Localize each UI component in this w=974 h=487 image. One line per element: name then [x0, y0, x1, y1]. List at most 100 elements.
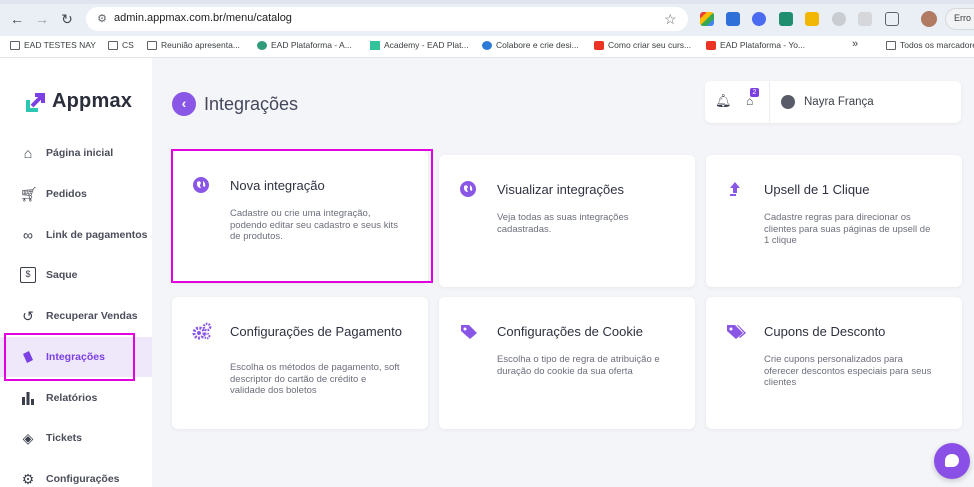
logo-mark-icon: [26, 92, 46, 112]
extension-icon[interactable]: [700, 12, 714, 26]
reload-icon[interactable]: ↻: [58, 10, 76, 28]
sidebar: Appmax ⌂ Página inicial 🛒︎ Pedidos ∞ Lin…: [0, 58, 152, 487]
extension-icon[interactable]: [752, 12, 766, 26]
sidebar-item-pedidos[interactable]: 🛒︎ Pedidos: [0, 174, 152, 214]
sidebar-item-label: Integrações: [46, 351, 105, 363]
back-arrow-icon[interactable]: ←: [8, 10, 26, 28]
card-configuracoes-cookie[interactable]: Configurações de Cookie Escolha o tipo d…: [439, 297, 695, 429]
site-info-icon[interactable]: ⚙: [94, 11, 110, 27]
extension-icon[interactable]: [805, 12, 819, 26]
tab-strip: [0, 0, 974, 4]
sidebar-item-label: Configurações: [46, 473, 120, 485]
recover-icon: ↺: [22, 308, 34, 324]
sidebar-item-label: Página inicial: [46, 147, 114, 159]
brand-name: Appmax: [52, 90, 133, 112]
bookmark-label: EAD TESTES NAY: [24, 40, 96, 50]
card-configuracoes-pagamento[interactable]: Configurações de Pagamento Escolha os mé…: [172, 297, 428, 429]
bookmark-item[interactable]: CS: [108, 40, 134, 50]
bookmark-label: EAD Plataforma - A...: [271, 40, 352, 50]
divider: [769, 81, 770, 123]
bookmark-item[interactable]: EAD Plataforma - A...: [257, 40, 352, 50]
extensions-puzzle-icon[interactable]: [885, 12, 899, 26]
extension-icon[interactable]: [832, 12, 846, 26]
cash-icon: $: [20, 267, 36, 283]
card-title: Configurações de Cookie: [497, 324, 643, 339]
card-description: Veja todas as suas integrações cadastrad…: [497, 212, 629, 235]
card-nova-integracao[interactable]: Nova integração Cadastre ou crie uma int…: [172, 151, 428, 283]
sidebar-item-saque[interactable]: $ Saque: [0, 255, 152, 295]
card-title: Cupons de Desconto: [764, 324, 886, 339]
card-title: Configurações de Pagamento: [230, 324, 403, 339]
card-title: Upsell de 1 Clique: [764, 182, 870, 197]
chevron-left-icon[interactable]: ‹: [172, 92, 196, 116]
globe-icon: [257, 40, 267, 50]
bookmark-item[interactable]: Reunião apresenta...: [147, 40, 240, 50]
sidebar-item-configuracoes[interactable]: ⚙ Configurações: [0, 459, 152, 487]
bookmark-item[interactable]: EAD TESTES NAY: [10, 40, 96, 50]
puzzle-icon: [20, 349, 36, 365]
card-description: Escolha o tipo de regra de atribuição e …: [497, 354, 660, 377]
sidebar-item-relatorios[interactable]: Relatórios: [0, 378, 152, 418]
sidebar-item-label: Relatórios: [46, 392, 98, 404]
url-text: admin.appmax.com.br/menu/catalog: [114, 12, 292, 24]
chat-bubble-icon: [945, 454, 959, 467]
profile-avatar[interactable]: [921, 11, 937, 27]
bookmark-item[interactable]: Todos os marcadores: [886, 40, 974, 50]
bookmark-item[interactable]: Academy - EAD Plat...: [370, 40, 469, 50]
sidebar-item-label: Tickets: [46, 432, 82, 444]
sidebar-item-pagina-inicial[interactable]: ⌂ Página inicial: [0, 133, 152, 173]
sidebar-item-integracoes[interactable]: Integrações: [0, 337, 152, 377]
folder-icon: [108, 40, 118, 50]
address-bar[interactable]: ⚙ admin.appmax.com.br/menu/catalog ☆: [86, 7, 688, 31]
youtube-icon: [594, 40, 604, 50]
user-avatar-icon[interactable]: [781, 95, 795, 109]
card-description: Crie cupons personalizados para oferecer…: [764, 354, 932, 388]
page-title: Integrações: [204, 93, 299, 114]
extension-icon[interactable]: [779, 12, 793, 26]
cart-count-badge: 2: [750, 88, 759, 97]
bookmark-label: CS: [122, 40, 134, 50]
card-title: Nova integração: [230, 178, 325, 193]
bookmark-star-icon[interactable]: ☆: [664, 11, 677, 27]
browser-toolbar: ← → ↻ ⚙ admin.appmax.com.br/menu/catalog…: [0, 0, 974, 36]
globe-icon: [192, 176, 210, 194]
user-bar: 🔔︎ ⌂ 2 Nayra França: [705, 81, 961, 123]
link-icon: ∞: [23, 227, 33, 243]
globe-icon: [459, 180, 477, 198]
extension-icon[interactable]: [858, 12, 872, 26]
appmax-logo[interactable]: Appmax: [26, 90, 132, 113]
forward-arrow-icon[interactable]: →: [33, 10, 51, 28]
user-name[interactable]: Nayra França: [804, 96, 874, 108]
bell-icon[interactable]: 🔔︎: [715, 94, 732, 108]
bookmark-item[interactable]: Colabore e crie desi...: [482, 40, 579, 50]
card-upsell-1-clique[interactable]: Upsell de 1 Clique Cadastre regras para …: [706, 155, 962, 287]
gears-icon: [192, 322, 212, 340]
profile-error-badge[interactable]: Erro: [945, 8, 974, 30]
bookmark-label: Colabore e crie desi...: [496, 40, 579, 50]
card-cupons-desconto[interactable]: Cupons de Desconto Crie cupons personali…: [706, 297, 962, 429]
tags-icon: [726, 322, 746, 340]
sidebar-item-link-de-pagamentos[interactable]: ∞ Link de pagamentos: [0, 215, 152, 255]
extension-icon[interactable]: [726, 12, 740, 26]
card-description: Cadastre regras para direcionar os clien…: [764, 212, 931, 246]
sidebar-item-tickets[interactable]: ◈ Tickets: [0, 418, 152, 458]
youtube-icon: [706, 40, 716, 50]
site-icon: [370, 40, 380, 50]
cart-icon: 🛒︎: [20, 186, 38, 202]
page-header: ‹ Integrações: [172, 92, 298, 116]
sidebar-item-label: Pedidos: [46, 188, 87, 200]
bookmark-label: EAD Plataforma - Yo...: [720, 40, 806, 50]
sidebar-item-label: Link de pagamentos: [46, 229, 148, 241]
sidebar-item-recuperar-vendas[interactable]: ↺ Recuperar Vendas: [0, 296, 152, 336]
bar-chart-icon: [20, 390, 36, 406]
folder-icon: [10, 40, 20, 50]
bookmark-item[interactable]: Como criar seu curs...: [594, 40, 691, 50]
card-title: Visualizar integrações: [497, 182, 624, 197]
bookmark-label: Todos os marcadores: [900, 40, 974, 50]
arrow-up-icon: [726, 180, 744, 198]
card-visualizar-integracoes[interactable]: Visualizar integrações Veja todas as sua…: [439, 155, 695, 287]
bookmark-item[interactable]: EAD Plataforma - Yo...: [706, 40, 805, 50]
canva-icon: [482, 40, 492, 50]
chat-support-button[interactable]: [934, 443, 970, 479]
bookmarks-overflow-button[interactable]: »: [852, 38, 858, 50]
